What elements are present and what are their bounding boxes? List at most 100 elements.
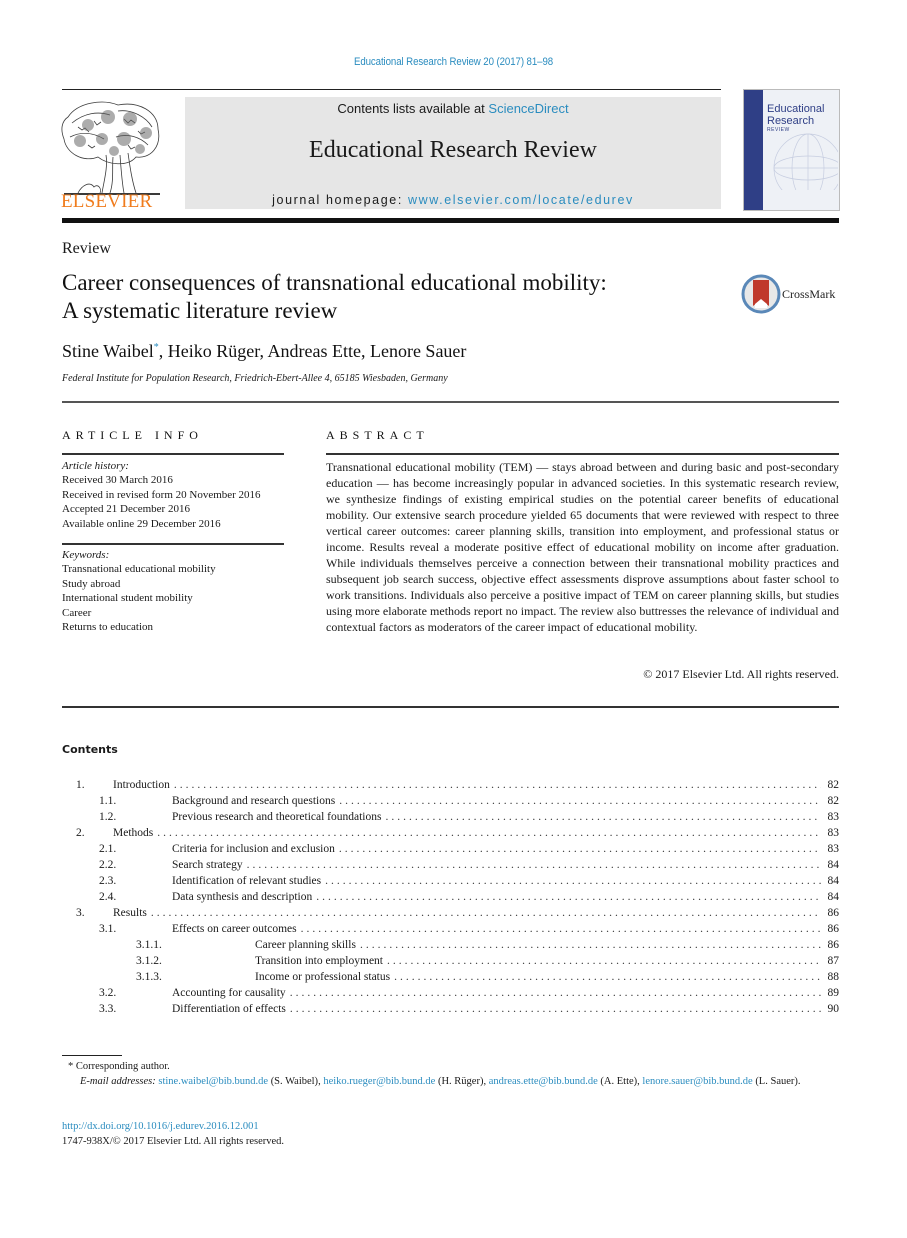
toc-entry-page[interactable]: 83: [821, 809, 840, 825]
toc-entry-label[interactable]: Search strategy: [172, 857, 247, 873]
toc-entry-number: 3.3.: [99, 1003, 117, 1015]
email-label: E-mail addresses:: [80, 1076, 156, 1087]
toc-entry-label[interactable]: Criteria for inclusion and exclusion: [172, 841, 339, 857]
toc-entry-number: 3.1.1.: [136, 939, 162, 951]
toc-entry-page[interactable]: 86: [821, 921, 840, 937]
toc-entry-page[interactable]: 82: [821, 793, 840, 809]
abstract-bottom-rule: [62, 706, 839, 708]
email-link[interactable]: andreas.ette@bib.bund.de: [489, 1076, 598, 1087]
toc-leader-dots: ........................................…: [387, 955, 821, 967]
author-name[interactable]: Lenore Sauer: [370, 341, 466, 361]
toc-entry-number: 3.1.2.: [136, 955, 162, 967]
article-title: Career consequences of transnational edu…: [62, 269, 722, 325]
toc-entry-label[interactable]: Results: [113, 905, 151, 921]
toc-entry-label[interactable]: Differentiation of effects: [172, 1001, 290, 1017]
email-link[interactable]: stine.waibel@bib.bund.de: [158, 1076, 268, 1087]
keywords: Keywords: Transnational educational mobi…: [62, 548, 216, 634]
crossmark-label: CrossMark: [782, 287, 836, 301]
toc-entry-page[interactable]: 86: [821, 905, 840, 921]
keywords-label: Keywords:: [62, 549, 110, 561]
toc-entry-page[interactable]: 86: [821, 937, 840, 953]
history-accepted: Accepted 21 December 2016: [62, 503, 190, 516]
toc-entry-label[interactable]: Background and research questions: [172, 793, 340, 809]
toc-entry-page[interactable]: 89: [821, 985, 840, 1001]
history-revised: Received in revised form 20 November 201…: [62, 488, 261, 501]
toc-entry[interactable]: 2. Methods...............................…: [62, 825, 839, 841]
corresponding-author-mark[interactable]: *: [154, 342, 159, 353]
email-link[interactable]: lenore.sauer@bib.bund.de: [642, 1076, 752, 1087]
journal-name: Educational Research Review: [309, 137, 597, 163]
toc-entry-label[interactable]: Methods: [113, 825, 158, 841]
toc-entry[interactable]: 3.1.2. Transition into employment........…: [62, 953, 839, 969]
toc-entry-number: 2.1.: [99, 843, 117, 855]
toc-entry-page[interactable]: 82: [821, 777, 840, 793]
toc-entry[interactable]: 2.2. Search strategy.....................…: [62, 857, 839, 873]
toc-leader-dots: ........................................…: [339, 795, 821, 807]
toc-entry-label[interactable]: Previous research and theoretical founda…: [172, 809, 386, 825]
footnote-text: Corresponding author.: [75, 1061, 170, 1072]
toc-entry[interactable]: 3. Results...............................…: [62, 905, 839, 921]
doi-link[interactable]: http://dx.doi.org/10.1016/j.edurev.2016.…: [62, 1119, 284, 1134]
toc-entry[interactable]: 3.2. Accounting for causality............…: [62, 985, 839, 1001]
abstract-body: Transnational educational mobility (TEM)…: [326, 460, 839, 634]
cover-title-line3: REVIEW: [767, 127, 790, 133]
toc-entry[interactable]: 2.1. Criteria for inclusion and exclusion…: [62, 841, 839, 857]
crossmark-button[interactable]: CrossMark: [741, 274, 841, 314]
toc-entry[interactable]: 1. Introduction..........................…: [62, 777, 839, 793]
email-link[interactable]: heiko.rueger@bib.bund.de: [323, 1076, 435, 1087]
toc-entry-page[interactable]: 87: [821, 953, 840, 969]
cover-title-line1: Educational: [767, 103, 825, 115]
toc-leader-dots: ........................................…: [300, 923, 821, 935]
toc-entry-label[interactable]: Transition into employment: [255, 953, 387, 969]
toc-entry[interactable]: 2.4. Data synthesis and description......…: [62, 889, 839, 905]
toc-entry-page[interactable]: 84: [821, 873, 840, 889]
keyword-item: International student mobility: [62, 592, 193, 605]
toc-entry-number: 3.2.: [99, 987, 117, 999]
author-name[interactable]: Heiko Rüger: [168, 341, 260, 361]
toc-entry-page[interactable]: 83: [821, 841, 840, 857]
journal-cover-thumbnail[interactable]: Educational Research REVIEW: [743, 89, 840, 211]
toc-entry[interactable]: 1.2. Previous research and theoretical fo…: [62, 809, 839, 825]
journal-homepage-link[interactable]: www.elsevier.com/locate/edurev: [408, 193, 634, 207]
toc-leader-dots: ........................................…: [289, 987, 821, 999]
toc-entry[interactable]: 2.3. Identification of relevant studies..…: [62, 873, 839, 889]
journal-citation-link[interactable]: Educational Research Review 20 (2017) 81…: [54, 56, 852, 68]
toc-entry[interactable]: 3.3. Differentiation of effects..........…: [62, 1001, 839, 1017]
toc-entry[interactable]: 3.1.3. Income or professional status.....…: [62, 969, 839, 985]
toc-leader-dots: ........................................…: [338, 843, 821, 855]
toc-leader-dots: ........................................…: [246, 859, 821, 871]
toc-entry-label[interactable]: Data synthesis and description: [172, 889, 317, 905]
toc-entry-page[interactable]: 84: [821, 889, 840, 905]
email-owner: (S. Waibel): [270, 1076, 319, 1087]
toc-entry[interactable]: 3.1. Effects on career outcomes..........…: [62, 921, 839, 937]
sciencedirect-link[interactable]: ScienceDirect: [488, 101, 568, 116]
section-rule: [62, 401, 839, 403]
toc-entry-label[interactable]: Career planning skills: [255, 937, 360, 953]
toc-entry-label[interactable]: Effects on career outcomes: [172, 921, 301, 937]
toc-entry-page[interactable]: 88: [821, 969, 840, 985]
abstract-heading: ABSTRACT: [326, 428, 429, 442]
toc-entry-label[interactable]: Introduction: [113, 777, 174, 793]
toc-entry[interactable]: 3.1.1. Career planning skills............…: [62, 937, 839, 953]
toc-entry-label[interactable]: Identification of relevant studies: [172, 873, 326, 889]
email-addresses: E-mail addresses: stine.waibel@bib.bund.…: [80, 1076, 801, 1087]
author-name[interactable]: Andreas Ette: [268, 341, 361, 361]
issn-copyright: 1747-938X/© 2017 Elsevier Ltd. All right…: [62, 1136, 285, 1147]
toc-entry-page[interactable]: 83: [821, 825, 840, 841]
toc-entry-label[interactable]: Income or professional status: [255, 969, 395, 985]
abstract-copyright: © 2017 Elsevier Ltd. All rights reserved…: [643, 667, 839, 681]
toc-leader-dots: ........................................…: [316, 891, 821, 903]
toc-entry-label[interactable]: Accounting for causality: [172, 985, 290, 1001]
article-history-label: Article history:: [62, 460, 129, 472]
journal-banner: Contents lists available at ScienceDirec…: [185, 97, 721, 209]
email-owner: (A. Ette): [600, 1076, 638, 1087]
author-name[interactable]: Stine Waibel: [62, 341, 154, 361]
toc-leader-dots: ........................................…: [359, 939, 821, 951]
toc-entry-page[interactable]: 84: [821, 857, 840, 873]
email-owner: (H. Rüger): [437, 1076, 484, 1087]
toc-entry[interactable]: 1.1. Background and research questions...…: [62, 793, 839, 809]
header-rule: [62, 89, 721, 90]
toc-entry-page[interactable]: 90: [821, 1001, 840, 1017]
toc-entry-number: 2.: [76, 827, 85, 839]
keywords-rule: [62, 543, 284, 545]
